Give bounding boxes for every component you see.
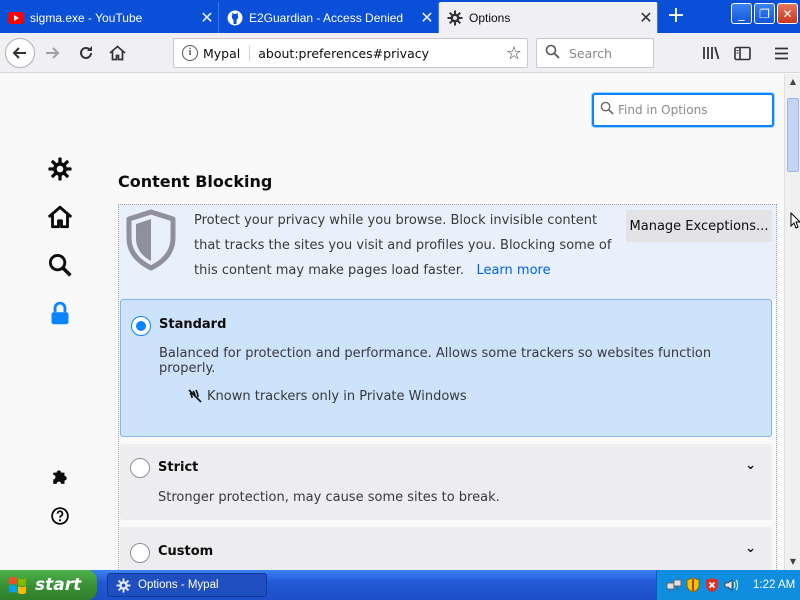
standard-radio[interactable] [131,316,151,336]
find-in-options-field[interactable] [592,93,774,127]
custom-radio[interactable] [130,543,150,563]
chevron-down-icon[interactable]: ⌄ [745,458,756,473]
category-support[interactable] [44,500,76,532]
category-privacy[interactable] [44,297,76,329]
mouse-cursor-icon [790,211,800,230]
security-shield-icon[interactable] [685,577,701,593]
start-label: start [35,575,82,595]
content-blocking-header: Protect your privacy while you browse. B… [119,205,776,299]
back-arrow-icon [12,47,26,59]
search-icon [48,253,72,277]
scroll-up-arrow-icon[interactable]: ▲ [785,74,800,90]
url-text[interactable]: about:preferences#privacy [258,46,501,61]
puzzle-icon [53,470,67,484]
sidebar-icon [733,46,751,60]
start-button[interactable]: start [0,570,97,600]
identity-label: Mypal [203,45,251,61]
search-bar[interactable]: Search [536,38,654,68]
alert-shield-icon[interactable] [704,577,720,593]
shield-icon [123,208,179,272]
chevron-down-icon[interactable]: ⌄ [745,541,756,556]
gear-icon [116,577,132,593]
windows-logo-icon [7,574,29,596]
option-standard[interactable]: Standard Balanced for protection and per… [120,299,772,437]
section-title: Content Blocking [118,172,273,191]
url-bar[interactable]: i Mypal about:preferences#privacy ☆ [173,38,528,68]
help-icon [51,507,69,525]
maximize-button[interactable]: ❐ [754,3,775,24]
manage-exceptions-button[interactable]: Manage Exceptions... [626,210,772,242]
sidebar-toggle-button[interactable] [728,39,756,67]
home-button[interactable] [103,39,131,67]
tracker-note: Known trackers only in Private Windows [187,388,467,404]
option-custom[interactable]: Custom ⌄ [120,527,772,570]
forward-arrow-icon [46,47,60,59]
content-blocking-description: Protect your privacy while you browse. B… [194,208,614,283]
tab-options[interactable]: Options ✕ [439,2,658,33]
gear-icon [48,157,72,181]
tab-label: sigma.exe - YouTube [30,10,143,25]
taskbar-item-options[interactable]: Options - Mypal [107,573,267,597]
scrollbar-thumb[interactable] [787,98,799,172]
search-placeholder: Search [569,45,612,61]
tab-bar: sigma.exe - YouTube ✕ E2Guardian - Acces… [0,0,800,33]
standard-description: Balanced for protection and performance.… [159,346,712,376]
close-tab-icon[interactable]: ✕ [416,8,438,27]
taskbar-item-label: Options - Mypal [138,579,219,591]
library-icon [703,46,720,60]
category-addons[interactable] [44,460,76,492]
page-scrollbar[interactable]: ▲ ▼ [784,74,800,570]
lock-icon [51,301,69,325]
tab-e2guardian[interactable]: E2Guardian - Access Denied ✕ [219,2,439,33]
tab-youtube[interactable]: sigma.exe - YouTube ✕ [0,2,219,33]
clock: 1:22 AM [753,579,796,591]
forward-button[interactable] [38,39,66,67]
info-icon[interactable]: i [182,45,198,61]
find-in-options-input[interactable] [618,103,768,117]
library-button[interactable] [697,39,725,67]
strict-title: Strict [158,460,199,475]
navigation-toolbar: i Mypal about:preferences#privacy ☆ Sear… [0,33,800,73]
bookmark-star-icon[interactable]: ☆ [501,43,527,64]
standard-title: Standard [159,317,227,332]
strict-radio[interactable] [130,458,150,478]
taskbar: start Options - Mypal 1:22 AM [0,570,800,600]
option-strict[interactable]: Strict ⌄ Stronger protection, may cause … [120,444,772,520]
new-tab-button[interactable]: + [662,4,690,30]
close-window-button[interactable]: ✕ [777,3,798,24]
category-home[interactable] [44,201,76,233]
custom-title: Custom [158,544,214,559]
category-search[interactable] [44,249,76,281]
tracker-note-text: Known trackers only in Private Windows [207,388,467,404]
category-general[interactable] [44,153,76,185]
content-blocking-box: Protect your privacy while you browse. B… [118,204,777,570]
search-icon [600,101,616,119]
network-icon[interactable] [666,577,682,593]
home-icon [47,205,73,229]
gear-icon [447,10,463,26]
close-tab-icon[interactable]: ✕ [196,8,218,27]
tab-label: E2Guardian - Access Denied [249,10,404,25]
back-button[interactable] [5,38,35,68]
hamburger-menu-icon [774,47,788,59]
tracker-icon [187,388,203,404]
learn-more-link[interactable]: Learn more [476,263,550,278]
github-icon [227,10,243,26]
volume-icon[interactable] [723,577,739,593]
tab-label: Options [469,10,511,25]
reload-icon [80,46,92,59]
preferences-page: Content Blocking Protect your privacy wh… [0,74,784,570]
menu-button[interactable] [767,39,795,67]
minimize-button[interactable]: _ [731,3,752,24]
home-icon [108,45,126,61]
scroll-down-arrow-icon[interactable]: ▼ [785,554,800,570]
reload-button[interactable] [72,39,100,67]
youtube-icon [8,10,24,26]
search-icon [545,44,561,63]
close-tab-icon[interactable]: ✕ [635,8,657,27]
system-tray: 1:22 AM [656,570,800,600]
strict-description: Stronger protection, may cause some site… [158,490,500,505]
